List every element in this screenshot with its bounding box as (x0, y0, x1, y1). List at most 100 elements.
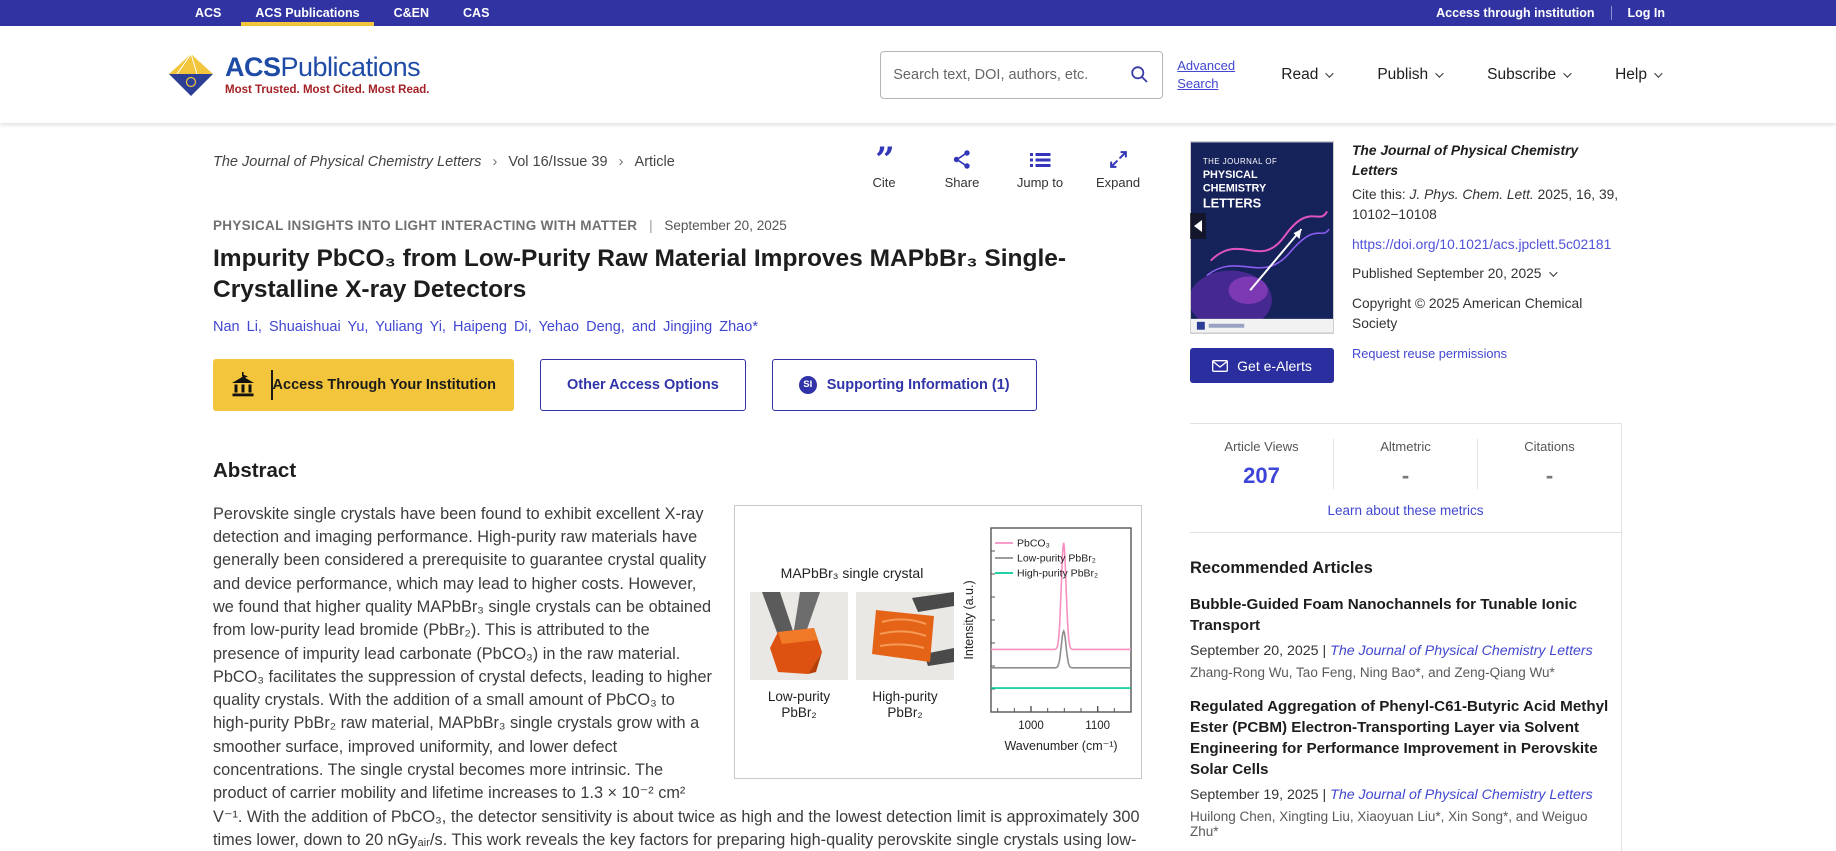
cover-line-1: THE JOURNAL OF (1203, 157, 1277, 166)
nav-read[interactable]: Read (1281, 66, 1331, 84)
breadcrumb-article: Article (635, 154, 675, 170)
metric-article-views: Article Views 207 (1190, 439, 1333, 489)
request-reuse-permissions-link[interactable]: Request reuse permissions (1352, 345, 1507, 364)
chart-ylabel: Intensity (a.u.) (962, 580, 976, 659)
breadcrumb-separator: › (619, 153, 624, 170)
cover-prev-button[interactable] (1190, 213, 1206, 239)
breadcrumb-journal-link[interactable]: The Journal of Physical Chemistry Letter… (213, 154, 481, 170)
access-institution-button[interactable]: Access Through Your Institution (213, 359, 514, 411)
envelope-icon (1212, 360, 1228, 372)
metrics-panel: Article Views 207 Altmetric - Citations … (1190, 423, 1621, 533)
nav-help[interactable]: Help (1615, 66, 1660, 84)
abstract-heading: Abstract (213, 459, 1142, 483)
logo-acs-text: ACS (225, 52, 281, 82)
high-purity-crystal-photo (856, 592, 954, 680)
altmetric-label: Altmetric (1334, 439, 1477, 454)
jump-to-button[interactable]: Jump to (1016, 147, 1064, 190)
recommended-article: Bubble-Guided Foam Nanochannels for Tuna… (1190, 595, 1621, 680)
published-date: Published September 20, 2025 (1352, 264, 1541, 284)
journal-cover-image[interactable]: THE JOURNAL OF PHYSICAL CHEMISTRY LETTER… (1190, 141, 1334, 334)
category-separator: | (649, 218, 653, 233)
recommended-article-authors: Huilong Chen, Xingting Liu, Xiaoyuan Liu… (1190, 809, 1611, 839)
recommended-article-title[interactable]: Regulated Aggregation of Phenyl-C61-Buty… (1190, 697, 1611, 781)
topbar-divider (1611, 6, 1612, 20)
search-icon[interactable] (1129, 64, 1150, 85)
acs-publications-logo[interactable]: ACSPublications Most Trusted. Most Cited… (167, 53, 429, 97)
jump-to-label: Jump to (1016, 175, 1064, 190)
advanced-search-link[interactable]: Advanced Search (1177, 57, 1247, 92)
logo-tagline: Most Trusted. Most Cited. Most Read. (225, 84, 429, 96)
recommended-article-journal-link[interactable]: The Journal of Physical Chemistry Letter… (1330, 787, 1593, 803)
chevron-down-icon (1654, 69, 1662, 77)
other-access-options-button[interactable]: Other Access Options (540, 359, 746, 411)
tab-acs-publications[interactable]: ACS Publications (238, 0, 376, 26)
logo-publications-text: Publications (281, 52, 421, 82)
svg-text:Low-purity PbBr₂: Low-purity PbBr₂ (1017, 552, 1096, 564)
author-list[interactable]: Nan Li, Shuaishuai Yu, Yuliang Yi, Haipe… (213, 319, 1142, 335)
expand-icon (1108, 149, 1129, 170)
top-bar: ACS ACS Publications C&EN CAS Access thr… (0, 0, 1836, 26)
tab-cas[interactable]: CAS (446, 0, 506, 26)
expand-button[interactable]: Expand (1094, 147, 1142, 190)
metric-altmetric: Altmetric - (1333, 439, 1477, 489)
recommended-article-title[interactable]: Bubble-Guided Foam Nanochannels for Tuna… (1190, 595, 1611, 637)
published-line[interactable]: Published September 20, 2025 (1352, 264, 1622, 284)
login-link[interactable]: Log In (1628, 6, 1666, 20)
chevron-left-icon (1194, 220, 1202, 232)
search-input[interactable] (893, 67, 1121, 83)
cover-line-2: PHYSICAL (1203, 169, 1258, 181)
expand-label: Expand (1094, 175, 1142, 190)
recommended-article-authors: Zhang-Rong Wu, Tao Feng, Ning Bao*, and … (1190, 665, 1611, 680)
high-purity-label: High-purity PbBr₂ (856, 689, 954, 721)
low-purity-crystal-photo (750, 592, 848, 680)
citation-journal-title[interactable]: The Journal of Physical Chemistry Letter… (1352, 141, 1622, 181)
nav-subscribe-label: Subscribe (1487, 66, 1556, 84)
svg-text:PbCO₃: PbCO₃ (1017, 537, 1050, 549)
article-views-label: Article Views (1190, 439, 1333, 454)
citations-value: - (1478, 463, 1621, 489)
learn-about-metrics-link[interactable]: Learn about these metrics (1190, 503, 1621, 518)
share-label: Share (938, 175, 986, 190)
supporting-information-button[interactable]: SI Supporting Information (1) (772, 359, 1037, 411)
chevron-down-icon (1325, 69, 1333, 77)
cover-line-4: LETTERS (1203, 195, 1262, 210)
doi-link[interactable]: https://doi.org/10.1021/acs.jpclett.5c02… (1352, 235, 1622, 255)
brand-tabs: ACS ACS Publications C&EN CAS (178, 0, 506, 26)
article-title: Impurity PbCO₃ from Low-Purity Raw Mater… (213, 244, 1142, 306)
main-nav: Read Publish Subscribe Help (1281, 66, 1660, 84)
share-button[interactable]: Share (938, 147, 986, 190)
article-date: September 20, 2025 (664, 218, 786, 233)
share-icon (951, 149, 973, 170)
institution-building-icon (231, 372, 255, 397)
spectrum-chart: Intensity (a.u.) Wavenumber (cm⁻¹) 10001… (959, 516, 1137, 768)
svg-text:High-purity PbBr₂: High-purity PbBr₂ (1017, 567, 1098, 579)
article-category[interactable]: PHYSICAL INSIGHTS INTO LIGHT INTERACTING… (213, 218, 637, 233)
access-through-institution-link[interactable]: Access through institution (1436, 6, 1594, 20)
citation-line: Cite this: J. Phys. Chem. Lett. 2025, 16… (1352, 185, 1622, 225)
access-buttons-row: Access Through Your Institution Other Ac… (213, 359, 1142, 411)
low-purity-label: Low-purity PbBr₂ (750, 689, 848, 721)
tab-cen[interactable]: C&EN (377, 0, 446, 26)
breadcrumb-issue-link[interactable]: Vol 16/Issue 39 (508, 154, 607, 170)
abstract-graphic-figure[interactable]: MAPbBr₃ single crystal (734, 505, 1142, 779)
cite-this-prefix: Cite this: (1352, 187, 1406, 202)
breadcrumb-separator: › (492, 153, 497, 170)
recommended-article-journal-link[interactable]: The Journal of Physical Chemistry Letter… (1330, 643, 1593, 659)
access-institution-label: Access Through Your Institution (273, 377, 497, 393)
chevron-down-icon (1550, 268, 1558, 276)
figure-crystal-label: MAPbBr₃ single crystal (781, 563, 924, 583)
nav-publish-label: Publish (1377, 66, 1428, 84)
nav-subscribe[interactable]: Subscribe (1487, 66, 1569, 84)
copyright-text: Copyright © 2025 American Chemical Socie… (1352, 294, 1622, 334)
tab-acs[interactable]: ACS (178, 0, 238, 26)
cite-button[interactable]: ” Cite (860, 147, 908, 190)
recommended-article: Regulated Aggregation of Phenyl-C61-Buty… (1190, 697, 1621, 839)
acs-diamond-logo-icon (167, 53, 215, 97)
nav-help-label: Help (1615, 66, 1647, 84)
get-e-alerts-button[interactable]: Get e-Alerts (1190, 348, 1334, 383)
page-content: The Journal of Physical Chemistry Letter… (0, 123, 1836, 851)
get-e-alerts-label: Get e-Alerts (1237, 358, 1312, 374)
site-header: ACSPublications Most Trusted. Most Cited… (0, 26, 1836, 123)
nav-publish[interactable]: Publish (1377, 66, 1441, 84)
meta-separator: | (1323, 643, 1327, 659)
